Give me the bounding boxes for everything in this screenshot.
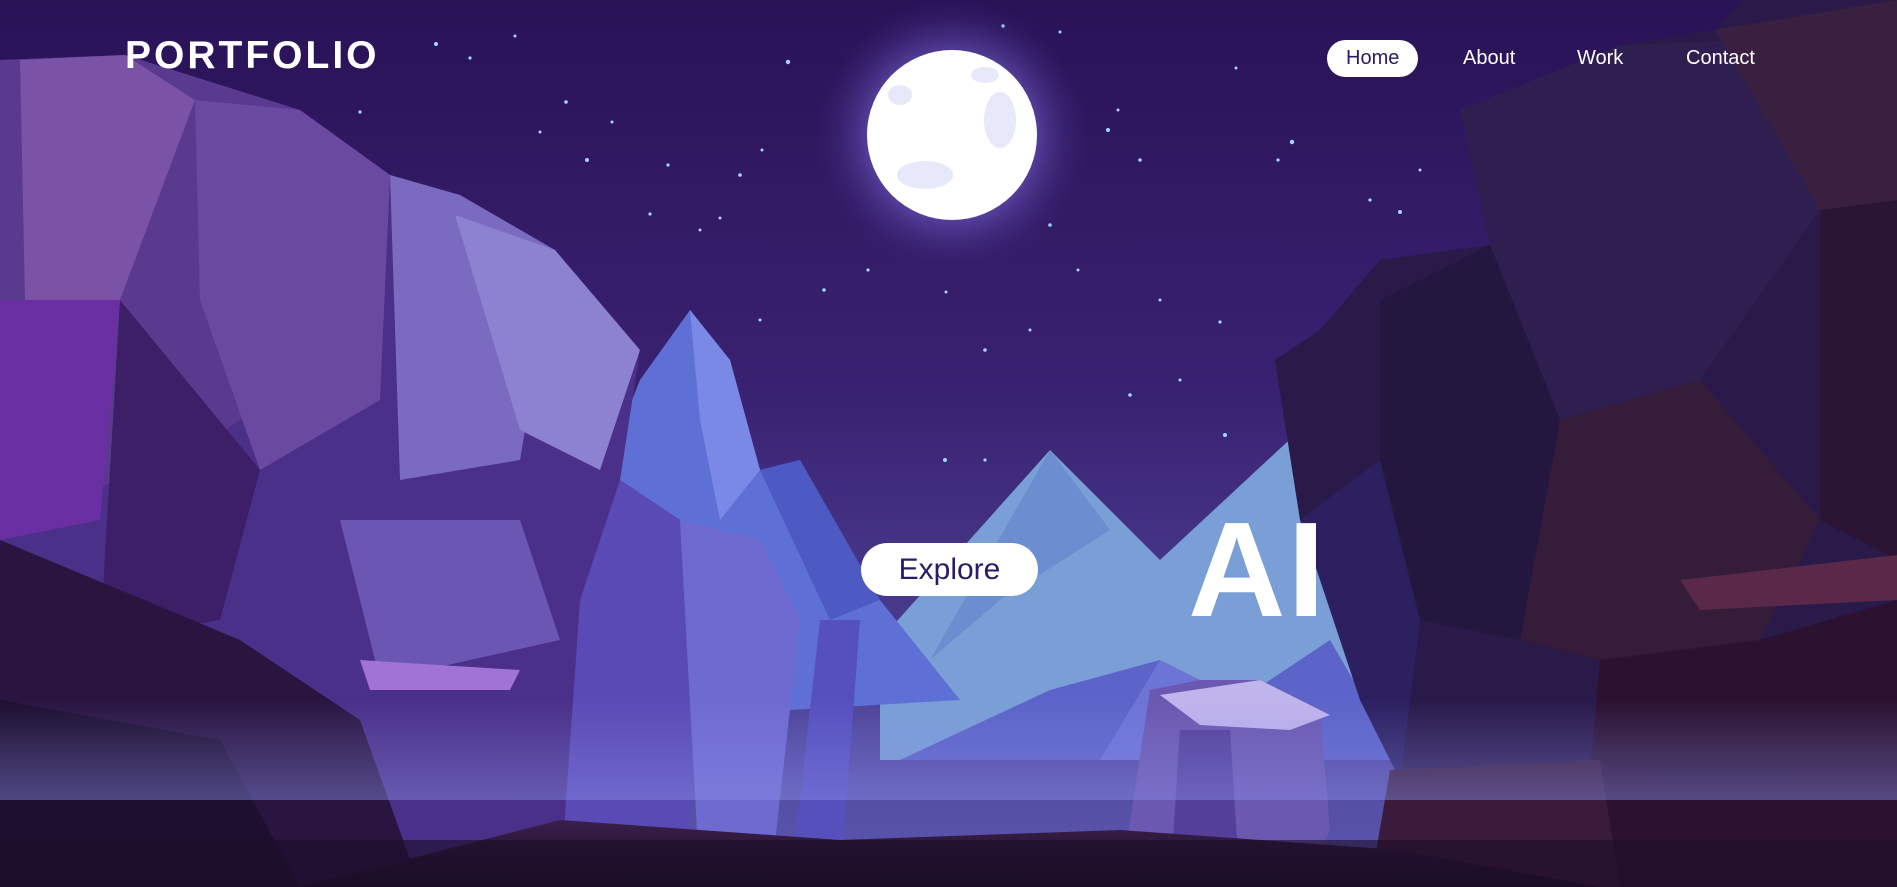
nav-work-link[interactable]: Work (1577, 40, 1623, 77)
explore-button[interactable]: Explore (861, 543, 1038, 596)
night-canyon-background (0, 0, 1897, 887)
site-logo[interactable]: PORTFOLIO (125, 34, 380, 78)
nav-contact-link[interactable]: Contact (1686, 40, 1755, 77)
nav-home-link[interactable]: Home (1327, 40, 1419, 77)
nav-about-link[interactable]: About (1463, 40, 1515, 77)
